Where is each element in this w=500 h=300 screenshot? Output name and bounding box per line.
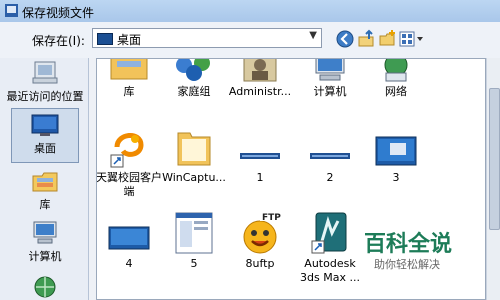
file-label: 网络 bbox=[385, 85, 407, 98]
file-item-administrator[interactable]: Administr... bbox=[223, 59, 297, 99]
location-dropdown[interactable]: 桌面 ▼ bbox=[92, 28, 322, 48]
file-label: 库 bbox=[123, 85, 135, 98]
place-desktop[interactable]: 桌面 bbox=[4, 108, 86, 163]
file-item-4[interactable]: 4 bbox=[97, 211, 166, 271]
watermark-subtitle: 助你轻松解决 bbox=[374, 258, 440, 271]
file-item-network[interactable]: 网络 bbox=[359, 59, 433, 99]
place-library[interactable]: 库 bbox=[4, 168, 86, 212]
file-item-tianyi[interactable]: 天翼校园客户端 bbox=[96, 125, 166, 199]
video-thumbnail-icon bbox=[240, 153, 280, 159]
desktop-screenshot-icon bbox=[375, 136, 417, 166]
library-icon bbox=[32, 172, 58, 192]
file-item-8uftp[interactable]: FTP 8uftp bbox=[223, 211, 297, 271]
homegroup-icon bbox=[176, 59, 210, 81]
file-label: 家庭组 bbox=[177, 85, 211, 98]
tianyi-app-icon bbox=[110, 133, 144, 168]
toolbar: 保存在(I): 桌面 ▼ bbox=[0, 22, 500, 58]
up-folder-button[interactable] bbox=[357, 29, 377, 49]
file-label: Autodesk 3ds Max ... bbox=[300, 257, 360, 284]
ftp-smiley-icon: FTP bbox=[243, 211, 281, 254]
network-icon bbox=[384, 59, 408, 82]
file-label: Administr... bbox=[228, 85, 292, 98]
place-label: 桌面 bbox=[34, 142, 56, 155]
save-in-label: 保存在(I): bbox=[32, 34, 85, 48]
file-item-2[interactable]: 2 bbox=[293, 125, 367, 185]
file-label: 5 bbox=[190, 257, 198, 270]
file-item-homegroup[interactable]: 家庭组 bbox=[157, 59, 231, 99]
document-thumbnail-icon bbox=[175, 212, 213, 254]
3dsmax-icon bbox=[311, 212, 347, 254]
library-folder-icon bbox=[110, 59, 148, 80]
file-item-5[interactable]: 5 bbox=[157, 211, 231, 271]
file-label: 8uftp bbox=[245, 257, 275, 270]
desktop-icon bbox=[31, 114, 59, 136]
recent-places-icon bbox=[32, 61, 58, 84]
video-thumbnail-icon bbox=[310, 153, 350, 159]
file-label: 4 bbox=[125, 257, 133, 270]
file-label: WinCaptu... bbox=[162, 171, 226, 184]
back-button[interactable] bbox=[335, 29, 355, 49]
places-bar: 最近访问的位置 桌面 库 计算机 bbox=[0, 58, 89, 300]
computer-icon bbox=[315, 59, 345, 81]
new-folder-button[interactable] bbox=[378, 29, 398, 49]
window-title: 保存视频文件 bbox=[22, 6, 95, 20]
computer-icon bbox=[33, 221, 57, 244]
desktop-icon bbox=[97, 33, 113, 45]
file-label: 天翼校园客户端 bbox=[96, 171, 162, 198]
vertical-scrollbar[interactable] bbox=[486, 58, 500, 300]
title-bar: 保存视频文件 bbox=[0, 0, 500, 23]
location-value: 桌面 bbox=[117, 33, 142, 47]
place-label: 计算机 bbox=[28, 250, 62, 263]
file-item-library[interactable]: 库 bbox=[97, 59, 166, 99]
watermark: 百科全说 助你轻松解决 bbox=[362, 222, 472, 272]
place-network[interactable] bbox=[4, 274, 86, 300]
user-folder-icon bbox=[243, 59, 277, 82]
app-icon bbox=[5, 4, 18, 17]
network-icon bbox=[34, 276, 56, 298]
file-label: 1 bbox=[256, 171, 264, 184]
view-menu-button[interactable] bbox=[398, 29, 424, 49]
watermark-title: 百科全说 bbox=[364, 232, 453, 257]
place-computer[interactable]: 计算机 bbox=[4, 220, 86, 264]
place-label: 库 bbox=[39, 198, 51, 211]
file-item-1[interactable]: 1 bbox=[223, 125, 297, 185]
folder-icon bbox=[177, 132, 211, 166]
place-recent[interactable]: 最近访问的位置 bbox=[4, 60, 86, 104]
scrollbar-thumb[interactable] bbox=[489, 88, 500, 230]
file-item-3dsmax[interactable]: Autodesk 3ds Max ... bbox=[293, 211, 367, 285]
place-label: 最近访问的位置 bbox=[6, 90, 84, 103]
file-label: 计算机 bbox=[313, 85, 347, 98]
svg-text:FTP: FTP bbox=[262, 213, 281, 223]
file-label: 2 bbox=[326, 171, 334, 184]
video-thumbnail-icon bbox=[108, 226, 150, 250]
file-item-wincapture[interactable]: WinCaptu... bbox=[157, 125, 231, 185]
chevron-down-icon: ▼ bbox=[309, 30, 317, 41]
file-item-3[interactable]: 3 bbox=[359, 125, 433, 185]
file-label: 3 bbox=[392, 171, 400, 184]
file-item-computer[interactable]: 计算机 bbox=[293, 59, 367, 99]
